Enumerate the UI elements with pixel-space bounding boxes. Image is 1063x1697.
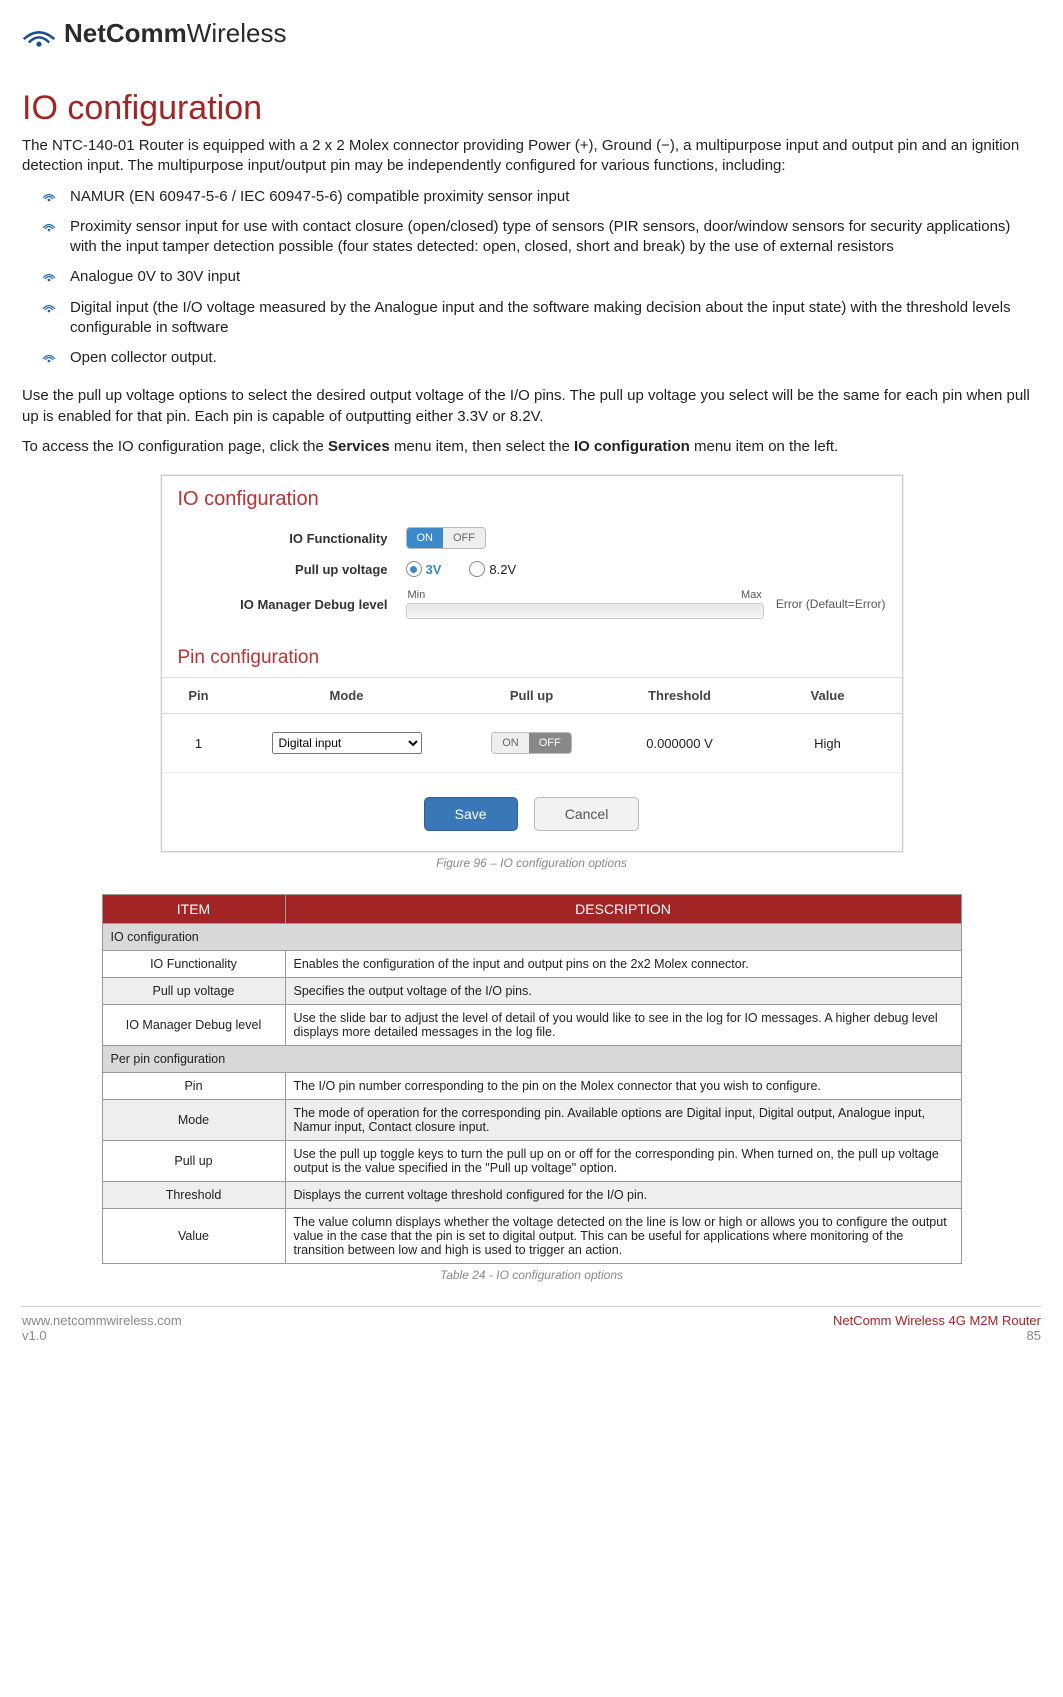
io-functionality-label: IO Functionality	[178, 531, 406, 546]
description-table: ITEM DESCRIPTION IO configuration IO Fun…	[102, 894, 962, 1264]
pullup-paragraph: Use the pull up voltage options to selec…	[22, 386, 1041, 427]
footer-page: 85	[833, 1328, 1041, 1343]
table-section: Per pin configuration	[102, 1046, 961, 1073]
list-item: Digital input (the I/O voltage measured …	[70, 298, 1041, 339]
pin-config-title: Pin configuration	[162, 625, 902, 677]
debug-level-value: Error (Default=Error)	[776, 597, 886, 611]
table-item: IO Functionality	[102, 951, 285, 978]
table-desc: Use the slide bar to adjust the level of…	[285, 1005, 961, 1046]
table-item: Pin	[102, 1073, 285, 1100]
pullup-voltage-label: Pull up voltage	[178, 562, 406, 577]
table-item: Threshold	[102, 1182, 285, 1209]
table-desc: The mode of operation for the correspond…	[285, 1100, 961, 1141]
slider-max-label: Max	[741, 589, 762, 601]
list-item: Proximity sensor input for use with cont…	[70, 217, 1041, 258]
panel-title: IO configuration	[162, 476, 902, 521]
pin-number: 1	[162, 714, 236, 773]
table-item: Mode	[102, 1100, 285, 1141]
page-heading: IO configuration	[22, 89, 1041, 128]
col-pin: Pin	[162, 678, 236, 714]
list-item: Open collector output.	[70, 348, 1041, 368]
table-item: Pull up	[102, 1141, 285, 1182]
col-value: Value	[754, 678, 902, 714]
cancel-button[interactable]: Cancel	[534, 797, 640, 831]
table-desc: Use the pull up toggle keys to turn the …	[285, 1141, 961, 1182]
pin-config-table: Pin Mode Pull up Threshold Value 1 Digit…	[162, 677, 902, 773]
th-item: ITEM	[102, 895, 285, 924]
table-desc: Displays the current voltage threshold c…	[285, 1182, 961, 1209]
table-desc: The value column displays whether the vo…	[285, 1209, 961, 1264]
table-item: Pull up voltage	[102, 978, 285, 1005]
feature-list: NAMUR (EN 60947-5-6 / IEC 60947-5-6) com…	[22, 187, 1041, 369]
pin-value: High	[754, 714, 902, 773]
table-section: IO configuration	[102, 924, 961, 951]
table-desc: The I/O pin number corresponding to the …	[285, 1073, 961, 1100]
table-caption: Table 24 - IO configuration options	[22, 1268, 1041, 1282]
footer-product: NetComm Wireless 4G M2M Router	[833, 1313, 1041, 1328]
pin-threshold: 0.000000 V	[606, 714, 754, 773]
slider-min-label: Min	[408, 589, 426, 601]
footer-version: v1.0	[22, 1328, 182, 1343]
nav-paragraph: To access the IO configuration page, cli…	[22, 437, 1041, 457]
debug-level-label: IO Manager Debug level	[178, 597, 406, 612]
table-desc: Specifies the output voltage of the I/O …	[285, 978, 961, 1005]
bullet-icon	[42, 269, 56, 283]
list-item: NAMUR (EN 60947-5-6 / IEC 60947-5-6) com…	[70, 187, 1041, 207]
pin-row: 1 Digital input ONOFF 0.000000 V High	[162, 714, 902, 773]
intro-paragraph: The NTC-140-01 Router is equipped with a…	[22, 136, 1041, 177]
col-threshold: Threshold	[606, 678, 754, 714]
wifi-icon	[22, 20, 56, 48]
table-item: IO Manager Debug level	[102, 1005, 285, 1046]
pin-pullup-toggle[interactable]: ONOFF	[491, 732, 572, 754]
table-item: Value	[102, 1209, 285, 1264]
col-mode: Mode	[236, 678, 458, 714]
pin-mode-select[interactable]: Digital input	[272, 732, 422, 754]
io-config-screenshot: IO configuration IO Functionality ONOFF …	[161, 475, 903, 852]
brand-logo: NetCommWireless	[22, 18, 1041, 49]
debug-level-slider[interactable]	[406, 603, 764, 619]
io-functionality-toggle[interactable]: ONOFF	[406, 527, 487, 549]
bullet-icon	[42, 300, 56, 314]
figure-caption: Figure 96 – IO configuration options	[22, 856, 1041, 870]
th-description: DESCRIPTION	[285, 895, 961, 924]
save-button[interactable]: Save	[424, 797, 518, 831]
footer-url: www.netcommwireless.com	[22, 1313, 182, 1328]
brand-text: NetCommWireless	[64, 18, 286, 49]
col-pullup: Pull up	[458, 678, 606, 714]
bullet-icon	[42, 350, 56, 364]
pullup-3v-radio[interactable]: 3V	[406, 561, 442, 577]
table-desc: Enables the configuration of the input a…	[285, 951, 961, 978]
page-footer: www.netcommwireless.com v1.0 NetComm Wir…	[22, 1306, 1041, 1343]
bullet-icon	[42, 189, 56, 203]
bullet-icon	[42, 219, 56, 233]
list-item: Analogue 0V to 30V input	[70, 267, 1041, 287]
pullup-8v-radio[interactable]: 8.2V	[469, 561, 516, 577]
